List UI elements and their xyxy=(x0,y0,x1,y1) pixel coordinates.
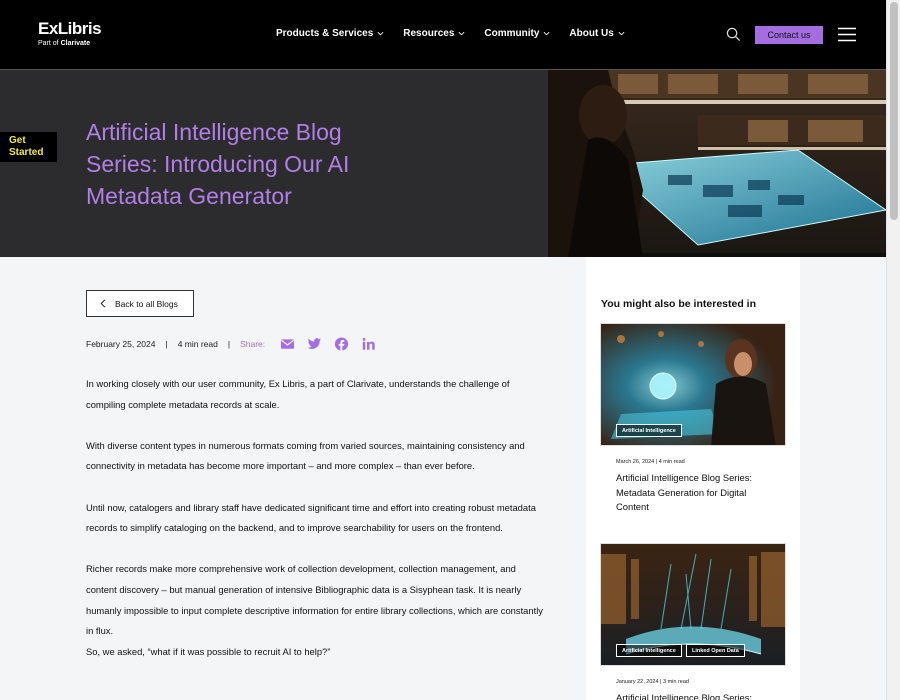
nav-about-us[interactable]: About Us xyxy=(569,28,625,39)
page-title: Artificial Intelligence Blog Series: Int… xyxy=(86,119,350,209)
twitter-icon[interactable] xyxy=(307,337,322,351)
meta-separator: | xyxy=(227,339,231,349)
card-image: Artificial Intelligence Linked Open Data xyxy=(600,543,786,666)
category-tag[interactable]: Linked Open Data xyxy=(686,644,745,657)
card-title[interactable]: Artificial Intelligence Blog Series: Met… xyxy=(616,471,776,515)
back-to-all-blogs-button[interactable]: Back to all Blogs xyxy=(86,290,194,317)
logo-sub-company: Clarivate xyxy=(60,40,91,47)
article-paragraph: With diverse content types in numerous f… xyxy=(86,439,525,472)
article-meta: February 25, 2024 | 4 min read | Share: xyxy=(86,337,388,351)
linkedin-icon[interactable] xyxy=(361,337,376,351)
related-post-card[interactable]: Artificial Intelligence March 26, 2024 |… xyxy=(600,323,786,515)
hamburger-menu-icon[interactable] xyxy=(838,27,856,42)
page-scrollbar[interactable] xyxy=(886,0,900,700)
chevron-down-icon xyxy=(377,31,384,36)
article-paragraph: Until now, catalogers and library staff … xyxy=(86,501,536,534)
card-title[interactable]: Artificial Intelligence Blog Series: xyxy=(616,691,776,700)
search-icon[interactable] xyxy=(726,27,741,42)
meta-separator: | xyxy=(165,339,168,349)
related-posts-sidebar: You might also be interested in Artifici… xyxy=(586,257,800,700)
card-date: March 26, 2024 | 4 min read xyxy=(616,459,685,465)
article-paragraph: Richer records make more comprehensive w… xyxy=(86,563,543,637)
nav-resources[interactable]: Resources xyxy=(403,28,465,39)
article-paragraph: So, we asked, “what if it was possible t… xyxy=(86,645,331,657)
page: ExLibris Part of Clarivate Products & Se… xyxy=(0,0,900,700)
contact-us-button[interactable]: Contact us xyxy=(755,26,823,44)
chevron-down-icon xyxy=(543,31,550,36)
nav-products-services[interactable]: Products & Services xyxy=(276,28,384,39)
nav-label: Community xyxy=(484,28,540,39)
chevron-down-icon xyxy=(618,31,625,36)
facebook-icon[interactable] xyxy=(334,337,349,351)
article-body: In working closely with our user communi… xyxy=(86,374,548,683)
article-date: February 25, 2024 xyxy=(86,339,156,349)
nav-label: Products & Services xyxy=(276,28,374,39)
exlibris-logo[interactable]: ExLibris Part of Clarivate xyxy=(38,19,102,48)
chevron-down-icon xyxy=(458,31,465,36)
email-icon[interactable] xyxy=(280,337,295,351)
scrollbar-thumb[interactable] xyxy=(890,2,898,220)
get-started-tab[interactable]: Get Started xyxy=(0,132,57,162)
nav-label: About Us xyxy=(569,28,614,39)
library-ai-illustration xyxy=(548,70,886,258)
card-image: Artificial Intelligence xyxy=(600,323,786,446)
hero-banner: Get Started Artificial Intelligence Blog… xyxy=(0,69,886,258)
logo-subtitle: Part of Clarivate xyxy=(38,39,101,48)
read-time: 4 min read xyxy=(177,339,218,349)
main-content: Back to all Blogs February 25, 2024 | 4 … xyxy=(0,257,886,700)
chevron-left-icon xyxy=(100,299,106,308)
top-navigation-bar: ExLibris Part of Clarivate Products & Se… xyxy=(0,0,886,69)
related-post-card[interactable]: Artificial Intelligence Linked Open Data… xyxy=(600,543,786,700)
share-label: Share: xyxy=(240,339,266,349)
main-nav: Products & Services Resources Community … xyxy=(276,28,644,39)
category-tag[interactable]: Artificial Intelligence xyxy=(616,424,682,437)
sidebar-title: You might also be interested in xyxy=(601,298,756,310)
article-paragraph: In working closely with our user communi… xyxy=(86,378,510,410)
logo-brand: ExLibris xyxy=(38,19,102,38)
hero-image xyxy=(548,70,886,258)
nav-label: Resources xyxy=(403,28,455,39)
back-label: Back to all Blogs xyxy=(115,298,178,309)
logo-sub-prefix: Part of xyxy=(38,40,61,47)
nav-community[interactable]: Community xyxy=(484,28,550,39)
category-tag[interactable]: Artificial Intelligence xyxy=(616,644,682,657)
card-date: January 22, 2024 | 3 min read xyxy=(616,679,689,685)
